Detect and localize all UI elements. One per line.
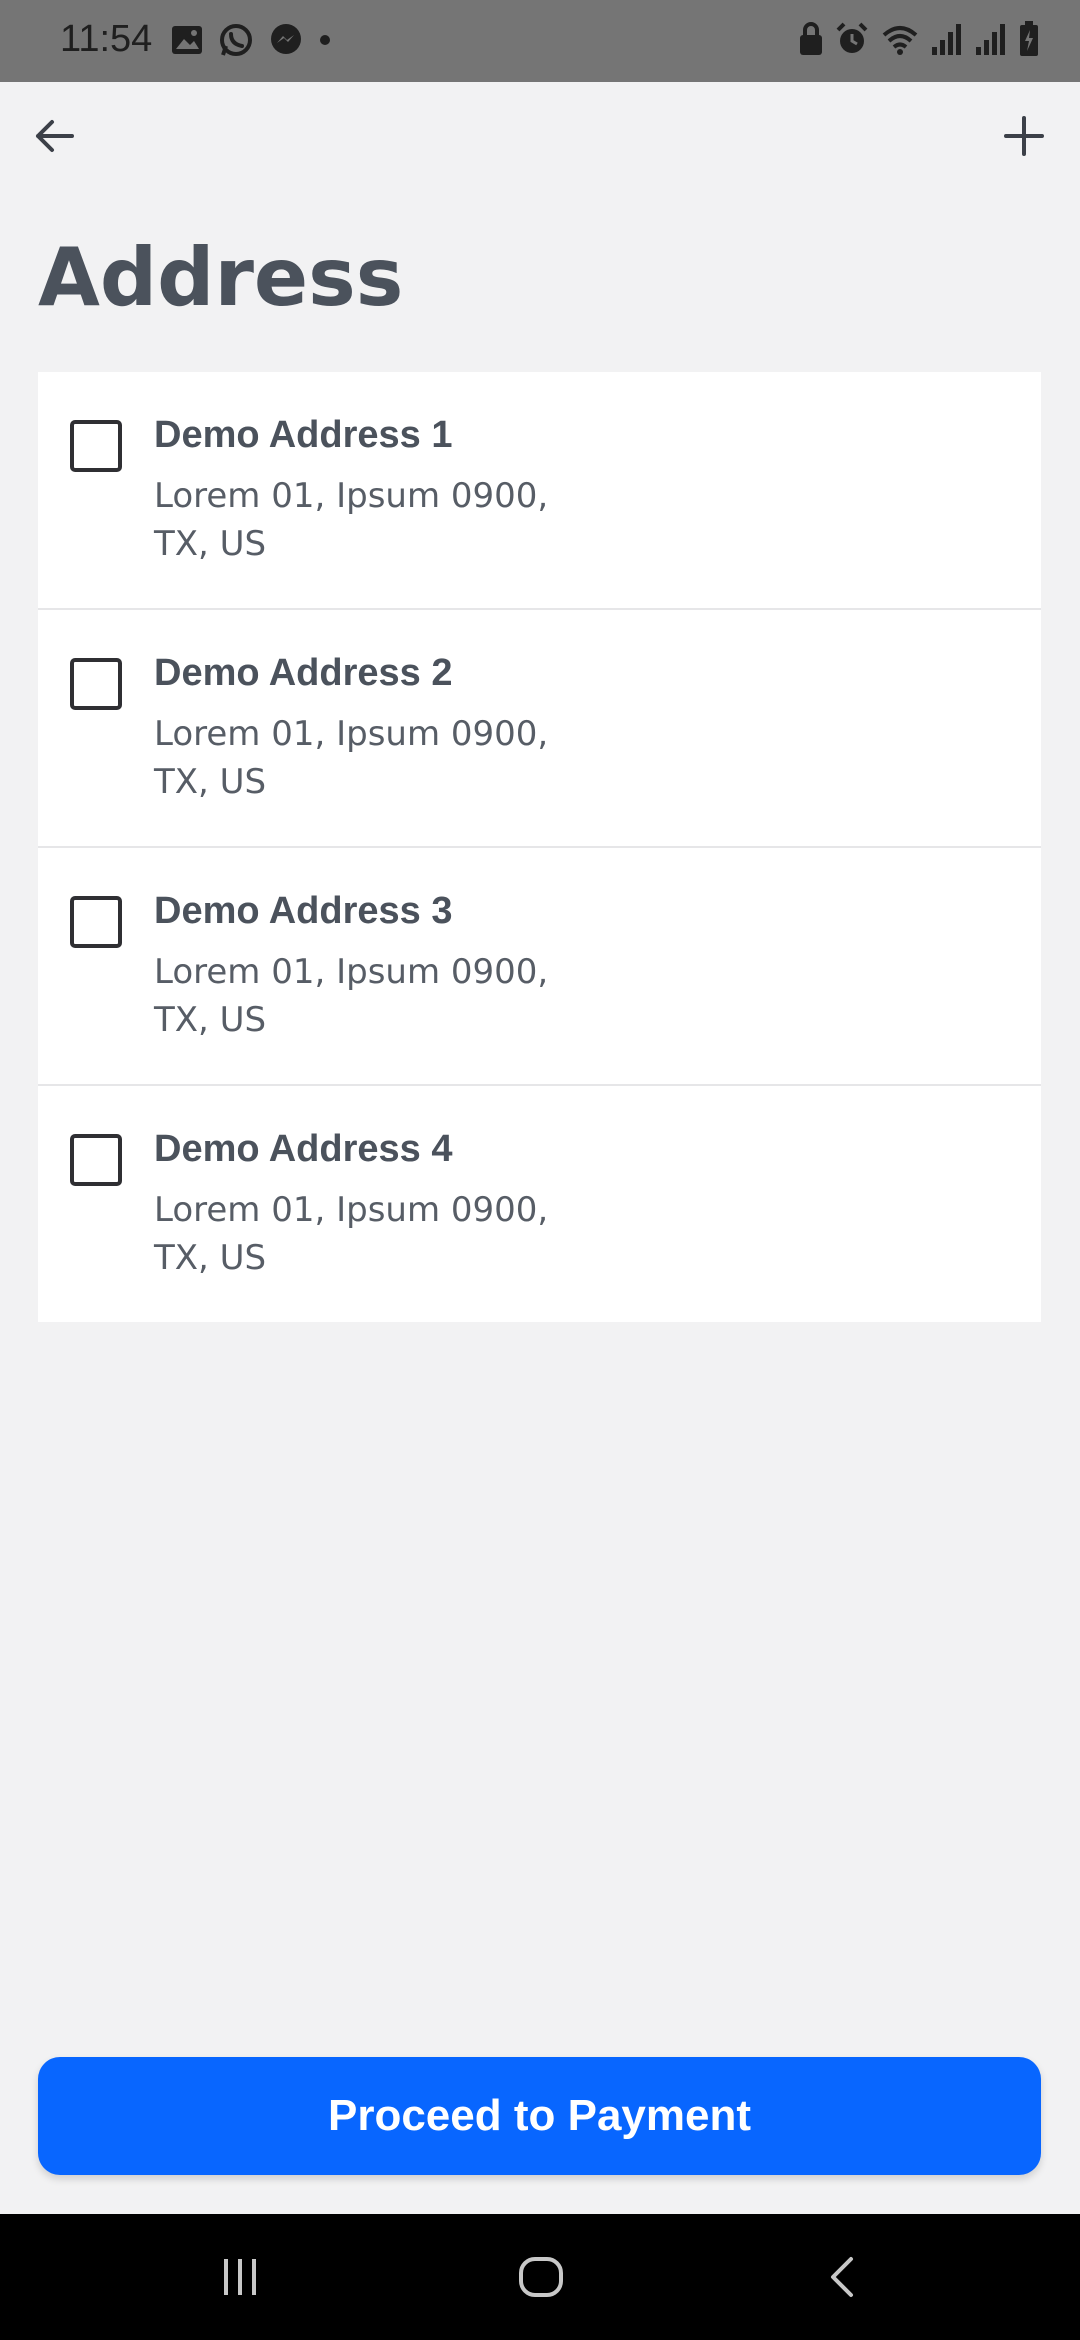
system-icons — [798, 20, 1040, 62]
home-icon — [517, 2253, 565, 2306]
address-name: Demo Address 4 — [154, 1128, 453, 1170]
address-line-2: TX, US — [154, 1238, 267, 1278]
dot-icon — [318, 33, 332, 52]
address-checkbox[interactable] — [70, 658, 122, 710]
home-button[interactable] — [506, 2244, 576, 2314]
address-item[interactable]: Demo Address 2 Lorem 01, Ipsum 0900, TX,… — [38, 610, 1041, 848]
battery-charging-icon — [1018, 20, 1040, 63]
back-icon — [821, 2255, 865, 2304]
signal-icon — [974, 21, 1008, 62]
address-line-1: Lorem 01, Ipsum 0900, — [154, 952, 549, 992]
messenger-icon — [268, 22, 304, 63]
plus-icon — [1002, 114, 1046, 163]
address-checkbox[interactable] — [70, 1134, 122, 1186]
address-item[interactable]: Demo Address 4 Lorem 01, Ipsum 0900, TX,… — [38, 1086, 1041, 1322]
address-line-2: TX, US — [154, 524, 267, 564]
address-line-1: Lorem 01, Ipsum 0900, — [154, 714, 549, 754]
address-item[interactable]: Demo Address 3 Lorem 01, Ipsum 0900, TX,… — [38, 848, 1041, 1086]
proceed-to-payment-button[interactable]: Proceed to Payment — [38, 2057, 1041, 2175]
app-bar — [0, 82, 1080, 202]
add-address-button[interactable] — [988, 102, 1060, 174]
lock-icon — [798, 21, 824, 62]
arrow-left-icon — [32, 114, 76, 163]
system-nav-bar — [0, 2214, 1080, 2340]
page-title: Address — [38, 231, 404, 324]
address-checkbox[interactable] — [70, 420, 122, 472]
wifi-icon — [880, 21, 920, 62]
recent-apps-button[interactable] — [205, 2244, 275, 2314]
address-line-2: TX, US — [154, 1000, 267, 1040]
address-name: Demo Address 3 — [154, 890, 453, 932]
address-checkbox[interactable] — [70, 896, 122, 948]
image-icon — [170, 23, 204, 62]
alarm-icon — [834, 21, 870, 62]
signal-icon — [930, 21, 964, 62]
whatsapp-icon — [218, 22, 254, 63]
notification-icons — [170, 22, 332, 62]
back-button[interactable] — [18, 102, 90, 174]
address-item[interactable]: Demo Address 1 Lorem 01, Ipsum 0900, TX,… — [38, 372, 1041, 610]
system-back-button[interactable] — [808, 2244, 878, 2314]
status-time: 11:54 — [60, 18, 153, 60]
status-bar: 11:54 — [0, 0, 1080, 82]
address-line-1: Lorem 01, Ipsum 0900, — [154, 476, 549, 516]
recent-apps-icon — [218, 2255, 262, 2304]
address-name: Demo Address 2 — [154, 652, 453, 694]
address-line-2: TX, US — [154, 762, 267, 802]
address-list: Demo Address 1 Lorem 01, Ipsum 0900, TX,… — [38, 372, 1041, 1322]
address-line-1: Lorem 01, Ipsum 0900, — [154, 1190, 549, 1230]
address-name: Demo Address 1 — [154, 414, 453, 456]
